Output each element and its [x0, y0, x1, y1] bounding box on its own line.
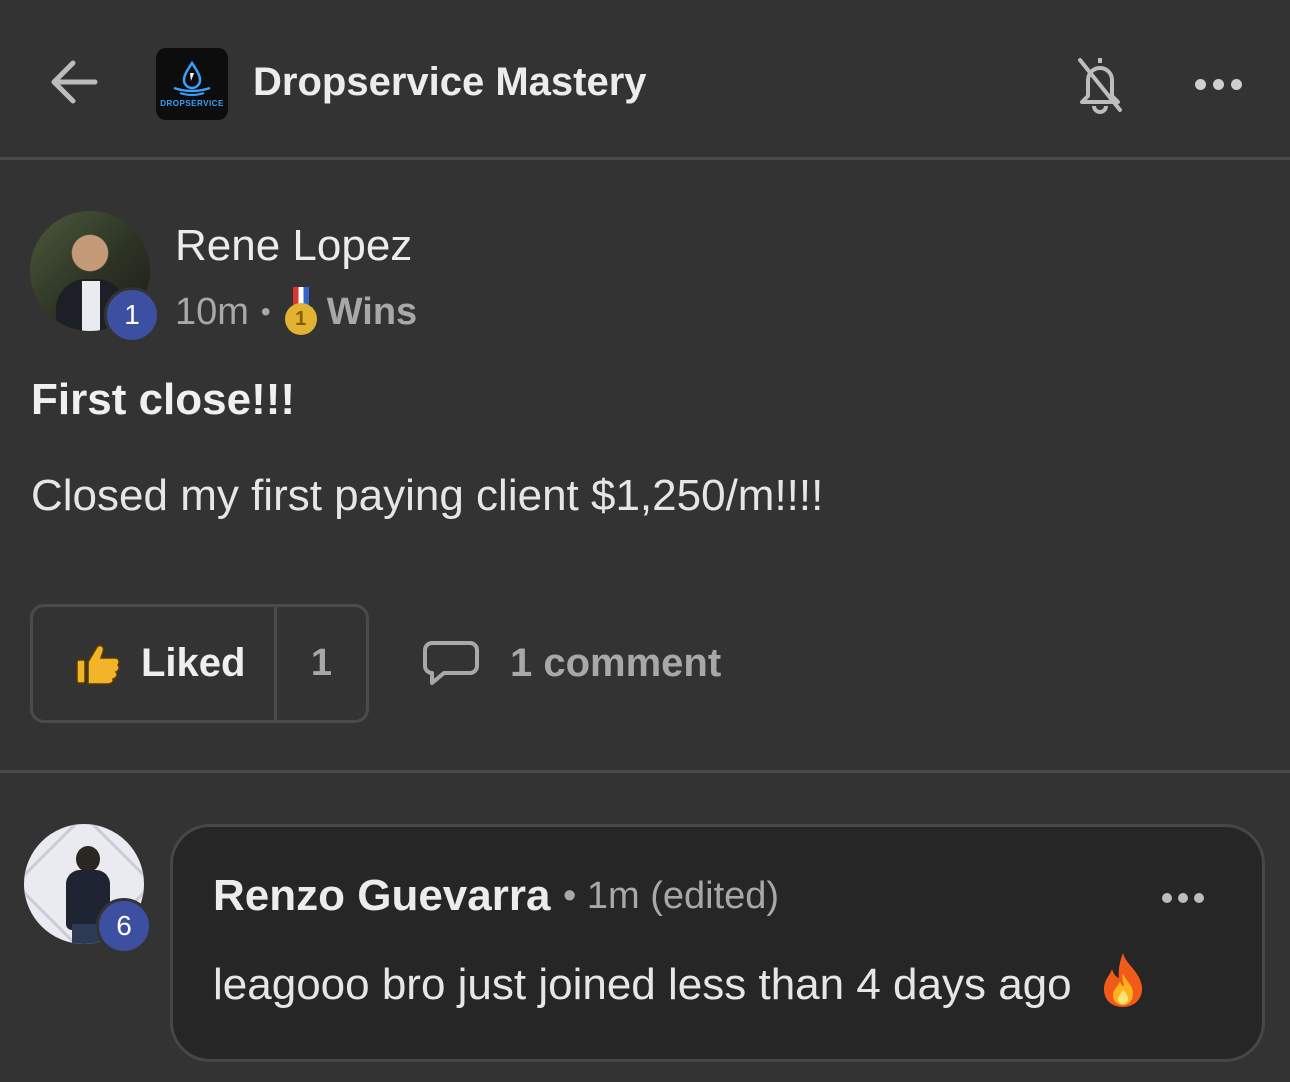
- post-time: 10m: [175, 290, 249, 333]
- commenter-level-badge: 6: [96, 898, 152, 954]
- more-options-button[interactable]: [1186, 66, 1250, 102]
- comment-bubble: Renzo Guevarra • 1m (edited) leagooo bro…: [170, 824, 1265, 1062]
- group-logo[interactable]: DROPSERVICE: [156, 48, 228, 120]
- like-label: Liked: [141, 641, 246, 685]
- comment-count-label: 1 comment: [510, 640, 722, 685]
- comment-item: 6 Renzo Guevarra • 1m (edited) leagooo b…: [0, 776, 1290, 1082]
- author-level-badge: 1: [104, 287, 160, 343]
- comment-bubble-icon: [423, 641, 479, 685]
- medal-number: 1: [284, 303, 317, 335]
- group-title[interactable]: Dropservice Mastery: [253, 60, 647, 105]
- post-title: First close!!!: [31, 375, 296, 424]
- medal-icon: 1: [283, 287, 319, 337]
- commenter-name[interactable]: Renzo Guevarra: [213, 871, 550, 921]
- comment-meta: • 1m (edited): [563, 875, 780, 917]
- author-name[interactable]: Rene Lopez: [175, 221, 412, 271]
- comment-text: leagooo bro just joined less than 4 days…: [213, 951, 1148, 1010]
- more-dot-icon: [1194, 893, 1204, 903]
- post-body: Closed my first paying client $1,250/m!!…: [31, 471, 824, 520]
- post-card: 1 Rene Lopez 10m • 1 Wins First close!!!…: [0, 163, 1290, 773]
- logo-text: DROPSERVICE: [160, 98, 224, 108]
- more-dot-icon: [1212, 78, 1224, 90]
- more-dot-icon: [1178, 893, 1188, 903]
- water-drop-icon: [173, 60, 211, 96]
- like-button[interactable]: Liked: [33, 607, 277, 720]
- bell-off-icon: [1078, 58, 1122, 114]
- comment-more-button[interactable]: [1157, 883, 1209, 913]
- comment-text-content: leagooo bro just joined less than 4 days…: [213, 960, 1072, 1009]
- back-button[interactable]: [44, 52, 104, 112]
- arrow-left-icon: [51, 60, 98, 104]
- comment-button[interactable]: 1 comment: [422, 633, 721, 693]
- like-count[interactable]: 1: [277, 607, 366, 720]
- more-dot-icon: [1162, 893, 1172, 903]
- notifications-off-button[interactable]: [1068, 50, 1132, 118]
- like-control: Liked 1: [30, 604, 369, 723]
- top-bar: DROPSERVICE Dropservice Mastery: [0, 0, 1290, 160]
- post-category[interactable]: Wins: [327, 291, 417, 334]
- meta-separator: •: [260, 296, 271, 327]
- more-dot-icon: [1194, 78, 1206, 90]
- fire-icon: [1103, 953, 1142, 1007]
- thumbs-up-icon: [76, 644, 120, 685]
- post-meta: 10m • 1 Wins: [175, 287, 417, 337]
- more-dot-icon: [1230, 78, 1242, 90]
